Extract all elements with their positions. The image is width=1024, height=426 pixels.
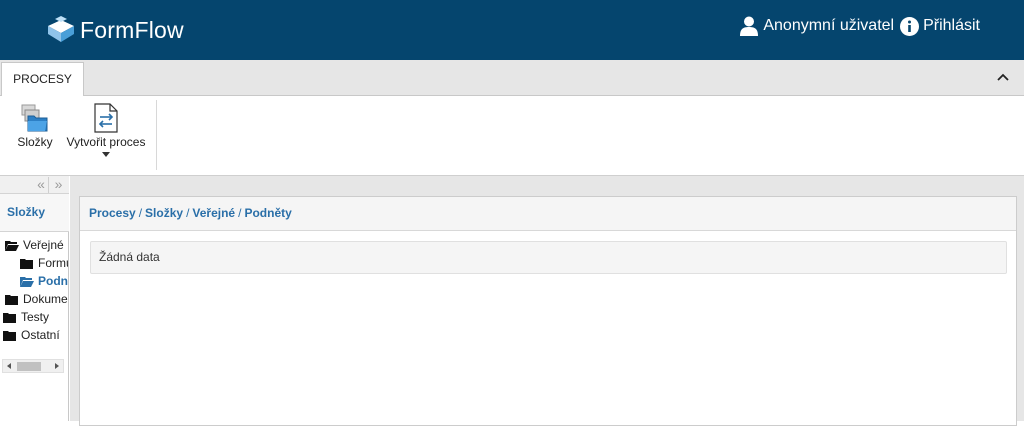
tree-item-testy[interactable]: Testy — [0, 308, 68, 326]
breadcrumb-separator: / — [238, 206, 242, 220]
folder-icon — [20, 258, 33, 269]
breadcrumb-item-podnety[interactable]: Podněty — [244, 206, 291, 220]
tree-item-label: Veřejné — [23, 238, 64, 252]
folder-icon — [5, 294, 18, 305]
folders-button[interactable]: Složky — [14, 102, 56, 149]
breadcrumb-item-procesy[interactable]: Procesy — [89, 206, 136, 220]
breadcrumb-item-slozky[interactable]: Složky — [145, 206, 183, 220]
scroll-right-icon[interactable] — [55, 363, 59, 369]
sidebar-title: Složky — [0, 194, 69, 232]
sidebar-toggle-bar: « » — [0, 176, 69, 194]
collapse-left-icon[interactable]: « — [34, 177, 49, 193]
ribbon-toolbar: Složky Vytvořit proces — [0, 96, 1024, 176]
ribbon-tabstrip: PROCESY — [0, 60, 1024, 97]
tree-item-ostatni[interactable]: Ostatní — [0, 326, 68, 344]
folders-button-label: Složky — [17, 135, 53, 149]
folder-open-icon — [20, 276, 34, 287]
process-panel: Procesy / Složky / Veřejné / Podněty Žádná dat… — [79, 196, 1017, 426]
tree-item-formulare[interactable]: Formuláře — [0, 254, 68, 272]
user-area: Anonymní uživatel Přihlásit — [740, 16, 980, 36]
expand-right-icon[interactable]: » — [51, 177, 66, 193]
create-process-label: Vytvořit proces — [66, 135, 146, 149]
tree-item-verejne[interactable]: Veřejné — [0, 236, 68, 254]
tree-item-label: Testy — [21, 310, 50, 324]
create-process-button[interactable]: Vytvořit proces — [66, 102, 146, 157]
tree-item-label: Ostatní — [21, 328, 60, 342]
breadcrumb-item-verejne[interactable]: Veřejné — [192, 206, 235, 220]
anonymous-user-label: Anonymní uživatel — [763, 17, 895, 34]
login-link[interactable]: Přihlásit — [923, 17, 980, 35]
ribbon-separator — [156, 100, 157, 170]
tree-item-label: Podněty — [38, 274, 68, 288]
folder-icon — [3, 330, 16, 341]
breadcrumb: Procesy / Složky / Veřejné / Podněty — [80, 197, 1016, 231]
tab-procesy[interactable]: PROCESY — [1, 62, 84, 97]
app-name: FormFlow — [80, 16, 184, 43]
scrollbar-thumb[interactable] — [17, 362, 41, 371]
tree-item-podnety[interactable]: Podněty — [0, 272, 68, 290]
breadcrumb-separator: / — [138, 206, 143, 220]
tree-item-dokumenty[interactable]: Dokumenty — [0, 290, 68, 308]
app-logo[interactable]: FormFlow — [46, 16, 184, 44]
user-icon — [740, 16, 759, 36]
folders-sidebar: « » Složky Veřejné Formuláře Podněty — [0, 176, 69, 421]
chevron-up-icon[interactable] — [996, 68, 1010, 86]
folder-tree: Veřejné Formuláře Podněty Dokumenty — [0, 236, 68, 344]
formflow-logo-icon — [48, 16, 74, 42]
info-icon — [900, 16, 920, 36]
app-header: FormFlow Anonymní uživatel Přihlásit — [0, 0, 1024, 60]
breadcrumb-separator: / — [186, 206, 190, 220]
folders-icon — [21, 104, 48, 132]
scroll-left-icon[interactable] — [7, 363, 11, 369]
tree-item-label: Dokumenty — [23, 292, 68, 306]
caret-down-icon — [102, 152, 110, 157]
sidebar-horizontal-scrollbar[interactable] — [2, 359, 64, 373]
tree-item-label: Formuláře — [38, 256, 68, 270]
document-exchange-icon — [94, 103, 118, 133]
folder-icon — [3, 312, 16, 323]
folder-open-icon — [5, 240, 19, 251]
empty-data-message: Žádná data — [90, 241, 1007, 274]
